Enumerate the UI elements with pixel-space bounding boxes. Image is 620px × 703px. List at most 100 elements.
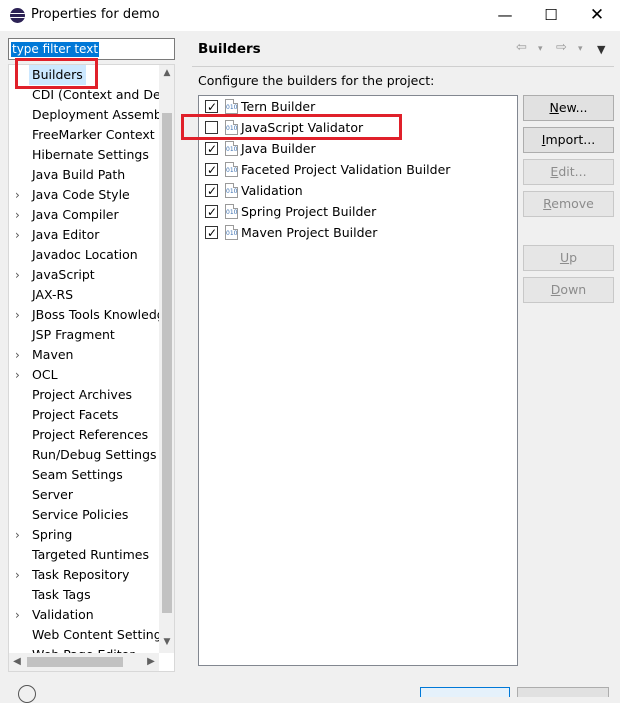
builder-row[interactable]: 010 JavaScript Validator (199, 117, 517, 138)
tree-item[interactable]: Task Tags (9, 585, 159, 605)
tree-item[interactable]: Java Build Path (9, 165, 159, 185)
builders-list[interactable]: 010Tern Builder010JavaScript Validator01… (198, 95, 518, 666)
builder-label: Maven Project Builder (241, 225, 378, 240)
tree-item[interactable]: › OCL (9, 365, 159, 385)
scroll-thumb-horizontal[interactable] (27, 657, 123, 667)
new-button[interactable]: New... (523, 95, 614, 121)
builder-row[interactable]: 010Maven Project Builder (199, 222, 517, 244)
import-button[interactable]: Import... (523, 127, 614, 153)
tree-item-label: CDI (Context and Dependency Injection) (32, 87, 159, 102)
chevron-right-icon[interactable]: › (15, 565, 25, 585)
scroll-up-arrow-icon[interactable]: ▲ (159, 65, 174, 82)
chevron-right-icon[interactable]: › (15, 305, 25, 325)
back-dropdown-icon[interactable]: ▾ (538, 44, 543, 54)
chevron-right-icon[interactable]: › (15, 205, 25, 225)
cancel-button[interactable] (517, 687, 609, 697)
up-button[interactable]: Up (523, 245, 614, 271)
builder-checkbox[interactable] (205, 160, 218, 181)
tree-horizontal-scrollbar[interactable]: ◀ ▶ (9, 653, 159, 671)
tree-item[interactable]: JSP Fragment (9, 325, 159, 345)
builder-checkbox[interactable] (205, 97, 218, 118)
scroll-left-arrow-icon[interactable]: ◀ (9, 653, 25, 671)
tree-item[interactable]: Builders (9, 65, 159, 85)
filter-input[interactable]: type filter text (8, 38, 175, 60)
scroll-thumb[interactable] (162, 113, 172, 613)
tree-item-label: Seam Settings (32, 467, 123, 482)
chevron-right-icon[interactable]: › (15, 365, 25, 385)
tree-item[interactable]: › Java Editor (9, 225, 159, 245)
builder-checkbox[interactable] (205, 181, 218, 202)
tree-item[interactable]: Javadoc Location (9, 245, 159, 265)
builder-row[interactable]: 010Tern Builder (199, 96, 517, 118)
tree-item[interactable]: › Validation (9, 605, 159, 625)
tree-item[interactable]: › Maven (9, 345, 159, 365)
forward-dropdown-icon[interactable]: ▾ (578, 44, 583, 54)
remove-button[interactable]: Remove (523, 191, 614, 217)
tree-item[interactable]: › JavaScript (9, 265, 159, 285)
builder-label: Java Builder (241, 141, 316, 156)
tree-item-label: Java Build Path (32, 167, 126, 182)
tree-item[interactable]: Deployment Assembly (9, 105, 159, 125)
tree-item-label: Spring (32, 527, 73, 542)
help-icon[interactable] (18, 685, 36, 703)
builder-row[interactable]: 010Spring Project Builder (199, 201, 517, 223)
chevron-right-icon[interactable]: › (15, 605, 25, 625)
edit-button[interactable]: Edit... (523, 159, 614, 185)
tree-item[interactable]: Project Archives (9, 385, 159, 405)
tree-item[interactable]: Project Facets (9, 405, 159, 425)
builder-label: Validation (241, 183, 303, 198)
tree-item-label: Javadoc Location (32, 247, 138, 262)
back-arrow-icon[interactable]: ⇦ (516, 40, 527, 55)
tree-item[interactable]: › JBoss Tools Knowledge Base (9, 305, 159, 325)
minimize-button[interactable]: — (482, 0, 528, 31)
maximize-button[interactable]: ☐ (528, 0, 574, 31)
tree-item-label: Task Repository (32, 567, 130, 582)
builder-row[interactable]: 010Java Builder (199, 138, 517, 160)
builder-row[interactable]: 010Faceted Project Validation Builder (199, 159, 517, 181)
chevron-right-icon[interactable]: › (15, 525, 25, 545)
chevron-right-icon[interactable]: › (15, 185, 25, 205)
builder-row[interactable]: 010Validation (199, 180, 517, 202)
button-label: Remove (543, 196, 594, 211)
tree-item[interactable]: JAX-RS (9, 285, 159, 305)
tree-item[interactable]: Project References (9, 425, 159, 445)
tree-item[interactable]: Web Content Settings (9, 625, 159, 645)
builder-label: Spring Project Builder (241, 204, 377, 219)
view-menu-icon[interactable]: ▼ (597, 43, 605, 56)
tree-item[interactable]: CDI (Context and Dependency Injection) (9, 85, 159, 105)
property-page-tree[interactable]: Builders CDI (Context and Dependency Inje… (8, 64, 175, 672)
scroll-right-arrow-icon[interactable]: ▶ (143, 653, 159, 671)
chevron-right-icon[interactable]: › (15, 345, 25, 365)
builder-checkbox[interactable] (205, 223, 218, 244)
chevron-right-icon[interactable]: › (15, 225, 25, 245)
apply-and-close-button[interactable] (420, 687, 510, 697)
builder-checkbox[interactable] (205, 139, 218, 160)
tree-item[interactable]: › Java Code Style (9, 185, 159, 205)
tree-item[interactable]: › Spring (9, 525, 159, 545)
tree-item-label: FreeMarker Context (32, 127, 155, 142)
tree-item-label: JBoss Tools Knowledge Base (32, 307, 159, 322)
tree-item[interactable]: Service Policies (9, 505, 159, 525)
tree-item[interactable]: Seam Settings (9, 465, 159, 485)
tree-item[interactable]: FreeMarker Context (9, 125, 159, 145)
builder-label: Faceted Project Validation Builder (241, 162, 451, 177)
tree-item[interactable]: › Task Repository (9, 565, 159, 585)
builder-checkbox[interactable] (205, 202, 218, 223)
tree-item[interactable]: Server (9, 485, 159, 505)
scroll-down-arrow-icon[interactable]: ▼ (159, 634, 174, 651)
button-label: Import... (541, 132, 596, 147)
binary-file-icon: 010 (225, 99, 238, 114)
chevron-right-icon[interactable]: › (15, 265, 25, 285)
tree-vertical-scrollbar[interactable]: ▲ ▼ (159, 65, 174, 653)
builder-checkbox[interactable] (205, 121, 218, 134)
tree-item[interactable]: Targeted Runtimes (9, 545, 159, 565)
tree-item-label: Run/Debug Settings (32, 447, 157, 462)
tree-item[interactable]: Hibernate Settings (9, 145, 159, 165)
down-button[interactable]: Down (523, 277, 614, 303)
tree-item-label: Service Policies (32, 507, 129, 522)
tree-item[interactable]: Run/Debug Settings (9, 445, 159, 465)
tree-item[interactable]: › Java Compiler (9, 205, 159, 225)
close-button[interactable]: ✕ (574, 0, 620, 31)
tree-item-label: Task Tags (32, 587, 91, 602)
forward-arrow-icon[interactable]: ⇨ (556, 40, 567, 55)
